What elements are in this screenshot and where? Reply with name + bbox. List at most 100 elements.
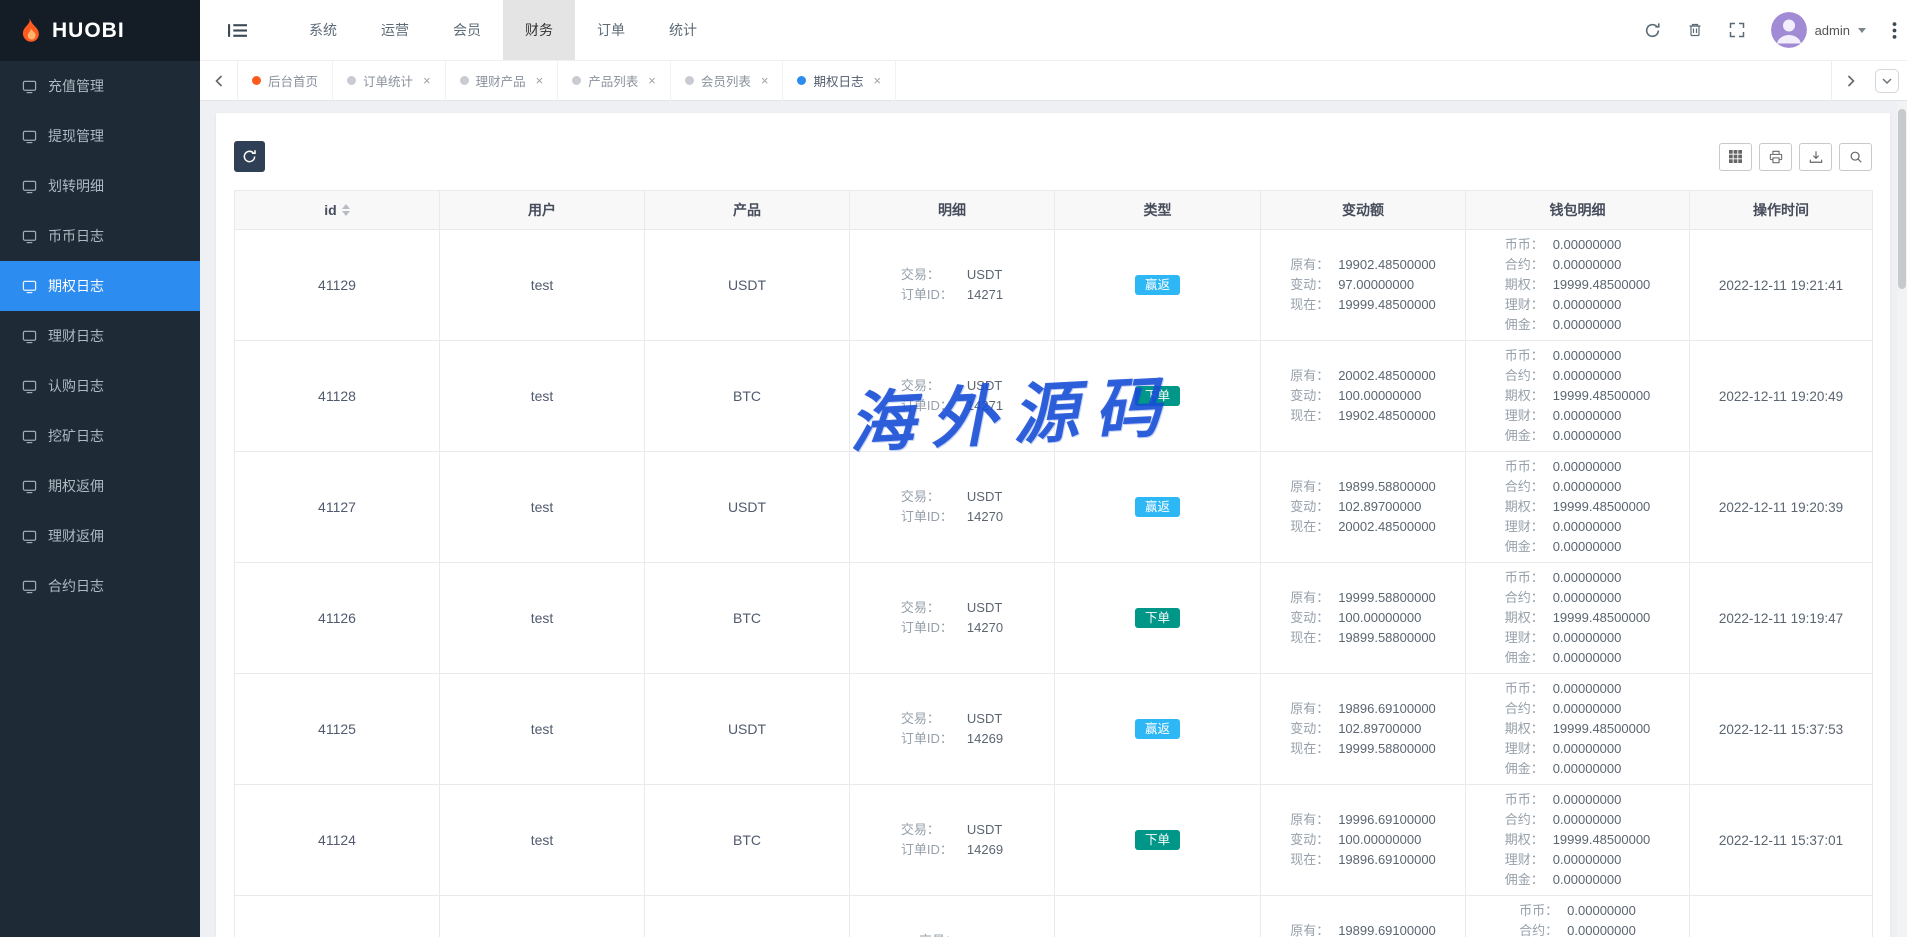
close-icon[interactable]: × (873, 73, 881, 88)
table-toolbar (234, 141, 1872, 172)
change-label: 变动： (1290, 719, 1338, 739)
close-icon[interactable]: × (761, 73, 769, 88)
print-button[interactable] (1759, 143, 1792, 171)
tab-option-log[interactable]: 期权日志 × (783, 61, 896, 101)
wallet-label: 币币： (1519, 901, 1567, 921)
nav-item-member[interactable]: 会员 (431, 0, 503, 60)
change-before: 19996.69100000 (1338, 812, 1436, 827)
sidebar-item-label: 划转明细 (48, 176, 104, 196)
tab-label: 后台首页 (268, 71, 318, 90)
search-icon[interactable] (1839, 143, 1872, 171)
change-cell: 原有：19996.69100000 变动：100.00000000 现在：198… (1290, 810, 1436, 870)
close-icon[interactable]: × (648, 73, 656, 88)
detail-cell: 交易：USDT 订单ID：14270 (901, 598, 1003, 638)
user-menu[interactable]: admin (1771, 12, 1866, 48)
wallet-cell: 币币：0.00000000 合约：0.00000000 期权：19999.485… (1505, 790, 1651, 890)
row-id: 41126 (318, 610, 356, 626)
wallet-label: 期权： (1505, 497, 1553, 517)
detail-label: 交易： (901, 487, 967, 507)
type-badge[interactable]: 下单 (1135, 608, 1180, 629)
nav-item-order[interactable]: 订单 (575, 0, 647, 60)
nav-item-system[interactable]: 系统 (287, 0, 359, 60)
fullscreen-icon[interactable] (1729, 22, 1745, 38)
tab-label: 产品列表 (588, 71, 638, 90)
export-button[interactable] (1799, 143, 1832, 171)
wallet-option: 19999.48500000 (1553, 610, 1651, 625)
trash-icon[interactable] (1687, 22, 1703, 38)
change-delta: 97.00000000 (1338, 277, 1414, 292)
sidebar-fold-icon[interactable] (228, 23, 247, 38)
detail-label: 交易： (901, 265, 967, 285)
nav-item-statistics[interactable]: 统计 (647, 0, 719, 60)
close-icon[interactable]: × (536, 73, 544, 88)
sidebar-item-subscribe-log[interactable]: 认购日志 (0, 361, 200, 411)
vertical-scrollbar[interactable] (1897, 101, 1907, 937)
sidebar-item-finance-rebate[interactable]: 理财返佣 (0, 511, 200, 561)
detail-label: 交易： (901, 376, 967, 396)
brand-logo[interactable]: HUOBI (0, 0, 200, 61)
table-refresh-button[interactable] (234, 141, 265, 172)
sidebar-item-contract-log[interactable]: 合约日志 (0, 561, 200, 611)
tabs-scroll-right-icon[interactable] (1831, 61, 1869, 101)
wallet-label: 币币： (1505, 457, 1553, 477)
tab-product-list[interactable]: 产品列表 × (558, 61, 671, 101)
sidebar-item-coin-log[interactable]: 币币日志 (0, 211, 200, 261)
sidebar-item-finance-log[interactable]: 理财日志 (0, 311, 200, 361)
sidebar-item-mining-log[interactable]: 挖矿日志 (0, 411, 200, 461)
sidebar-item-option-rebate[interactable]: 期权返佣 (0, 461, 200, 511)
change-cell: 原有：19999.58800000 变动：100.00000000 现在：198… (1290, 588, 1436, 648)
change-delta: 100.00000000 (1338, 610, 1421, 625)
nav-item-label: 订单 (597, 20, 625, 40)
tabs-dropdown-icon[interactable] (1875, 69, 1899, 93)
scrollbar-thumb[interactable] (1898, 109, 1906, 289)
columns-toggle-button[interactable] (1719, 143, 1752, 171)
sidebar-item-label: 币币日志 (48, 226, 104, 246)
sidebar-item-label: 挖矿日志 (48, 426, 104, 446)
change-before: 20002.48500000 (1338, 368, 1436, 383)
row-product: BTC (733, 610, 761, 626)
more-icon[interactable] (1892, 22, 1897, 39)
sidebar-item-transfer-detail[interactable]: 划转明细 (0, 161, 200, 211)
change-label: 变动： (1290, 497, 1338, 517)
type-badge[interactable]: 赢返 (1135, 497, 1180, 518)
wallet-label: 合约： (1505, 699, 1553, 719)
sidebar-item-option-log[interactable]: 期权日志 (0, 261, 200, 311)
sort-icon[interactable] (342, 204, 350, 216)
wallet-coin: 0.00000000 (1567, 903, 1636, 918)
type-badge[interactable]: 赢返 (1135, 719, 1180, 740)
monitor-icon (22, 329, 37, 344)
tab-order-stats[interactable]: 订单统计 × (333, 61, 446, 101)
sidebar-item-withdraw[interactable]: 提现管理 (0, 111, 200, 161)
close-icon[interactable]: × (423, 73, 431, 88)
column-header-product: 产品 (645, 191, 850, 230)
username: admin (1815, 23, 1850, 38)
tabs-scroll-left-icon[interactable] (200, 61, 238, 101)
detail-order-id: 14270 (967, 509, 1003, 524)
row-id: 41124 (318, 832, 356, 848)
table-row: 41128 test BTC 交易：USDT 订单ID：14271 下单 原有：… (235, 341, 1873, 452)
nav-item-operation[interactable]: 运营 (359, 0, 431, 60)
sidebar-item-label: 充值管理 (48, 76, 104, 96)
row-product: BTC (733, 388, 761, 404)
wallet-coin: 0.00000000 (1553, 459, 1622, 474)
sidebar-item-label: 理财返佣 (48, 526, 104, 546)
column-header-id[interactable]: id (235, 191, 440, 230)
wallet-commission: 0.00000000 (1553, 761, 1622, 776)
nav-item-finance[interactable]: 财务 (503, 0, 575, 60)
tab-finance-products[interactable]: 理财产品 × (446, 61, 559, 101)
tab-member-list[interactable]: 会员列表 × (671, 61, 784, 101)
tab-home[interactable]: 后台首页 (238, 61, 333, 101)
change-label: 变动： (1290, 386, 1338, 406)
sidebar-item-recharge[interactable]: 充值管理 (0, 61, 200, 111)
nav-item-label: 会员 (453, 20, 481, 40)
change-label: 变动： (1290, 608, 1338, 628)
wallet-label: 合约： (1505, 477, 1553, 497)
type-badge[interactable]: 赢返 (1135, 275, 1180, 296)
type-badge[interactable]: 下单 (1135, 830, 1180, 851)
refresh-icon[interactable] (1644, 22, 1661, 39)
sidebar-menu: 充值管理 提现管理 划转明细 币币日志 期权日志 理财日志 认购日志 挖矿日志 (0, 61, 200, 611)
detail-order-id: 14269 (967, 731, 1003, 746)
sidebar-item-label: 认购日志 (48, 376, 104, 396)
detail-cell: 交易：USDT 订单ID：14271 (901, 376, 1003, 416)
type-badge[interactable]: 下单 (1135, 386, 1180, 407)
